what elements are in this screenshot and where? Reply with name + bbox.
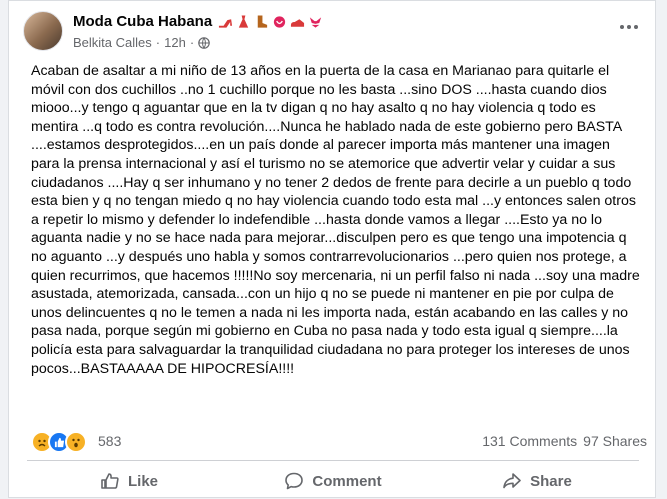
action-bar: Like Comment Share — [27, 463, 639, 499]
more-options-button[interactable] — [617, 17, 641, 37]
sandal-icon — [291, 18, 305, 27]
high-heel-icon — [219, 18, 233, 28]
post-meta: Belkita Calles · 12h · — [73, 35, 210, 50]
post-stats: 583 131 Comments 97 Shares — [31, 431, 647, 453]
post-card: Moda Cuba Habana Belkita Calles · 12h · — [8, 0, 656, 498]
author-name[interactable]: Belkita Calles — [73, 35, 152, 50]
post-header: Moda Cuba Habana Belkita Calles · 12h · — [23, 11, 643, 55]
like-label: Like — [127, 472, 158, 490]
meta-separator: · — [189, 35, 195, 50]
comment-button[interactable]: Comment — [231, 463, 435, 499]
divider — [27, 460, 639, 461]
share-button[interactable]: Share — [435, 463, 639, 499]
page-name[interactable]: Moda Cuba Habana — [73, 13, 212, 30]
dot-icon — [620, 25, 624, 29]
reaction-count[interactable]: 583 — [98, 433, 121, 449]
thumbs-up-icon — [101, 473, 119, 489]
boot-icon — [257, 14, 268, 28]
post-text: Acaban de asaltar a mi niño de 13 años e… — [31, 63, 640, 377]
reaction-icons[interactable] — [31, 431, 87, 453]
name-emojis — [218, 14, 323, 29]
engagement-counts: 131 Comments 97 Shares — [482, 433, 647, 449]
comment-label: Comment — [312, 472, 382, 490]
share-label: Share — [530, 472, 572, 490]
dot-icon — [634, 25, 638, 29]
dress-icon — [239, 14, 249, 28]
post-time[interactable]: 12h — [164, 35, 186, 50]
title-row: Moda Cuba Habana — [73, 13, 323, 30]
lipstick-icon — [274, 15, 286, 28]
comments-count[interactable]: 131 Comments — [482, 433, 577, 449]
wow-reaction-icon — [65, 431, 87, 453]
comment-icon — [285, 472, 304, 490]
page-avatar[interactable] — [23, 11, 63, 51]
bikini-icon — [310, 16, 322, 28]
meta-separator: · — [155, 35, 161, 50]
shares-count[interactable]: 97 Shares — [583, 433, 647, 449]
like-button[interactable]: Like — [27, 463, 231, 499]
globe-icon — [198, 36, 210, 49]
share-icon — [503, 473, 521, 489]
dot-icon — [627, 25, 631, 29]
